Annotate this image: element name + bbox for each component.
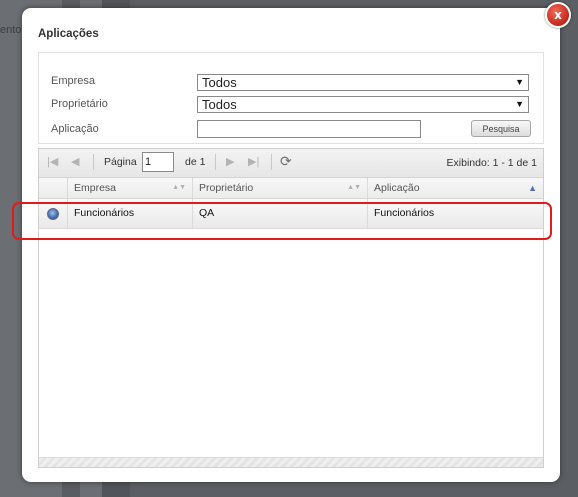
aplicacao-input[interactable] xyxy=(197,120,421,138)
filter-panel: Empresa Todos ▼ Proprietário Todos ▼ Apl… xyxy=(38,52,544,144)
pager-toolbar: |◀ ◀ Página 1 de 1 ▶ ▶| ⟳ Exibindo: 1 - … xyxy=(39,149,543,178)
close-button[interactable]: x xyxy=(545,2,571,28)
last-page-icon[interactable]: ▶| xyxy=(248,155,259,168)
column-header-proprietario[interactable]: Proprietário ▲▼ xyxy=(193,178,368,198)
page-count-label: de 1 xyxy=(185,156,206,168)
sort-ascending-icon: ▲ xyxy=(528,183,537,193)
row-highlight-annotation xyxy=(12,202,552,240)
pager-divider xyxy=(271,154,272,170)
column-header-aplicacao[interactable]: Aplicação ▲ xyxy=(368,178,543,198)
proprietario-select-value: Todos xyxy=(202,97,237,112)
applications-dialog: Aplicações Empresa Todos ▼ Proprietário … xyxy=(22,8,560,482)
empresa-select-value: Todos xyxy=(202,75,237,90)
first-page-icon[interactable]: |◀ xyxy=(47,155,58,168)
sort-indicator-icon: ▲▼ xyxy=(347,184,361,191)
grid-footer xyxy=(39,457,543,467)
dropdown-arrow-icon: ▼ xyxy=(515,77,524,87)
pager-divider xyxy=(215,154,216,170)
page-label: Página xyxy=(104,156,137,168)
aplicacao-label: Aplicação xyxy=(51,123,99,135)
refresh-icon[interactable]: ⟳ xyxy=(280,153,292,170)
column-header-row: Empresa ▲▼ Proprietário ▲▼ Aplicação ▲ xyxy=(39,178,543,199)
record-count-status: Exibindo: 1 - 1 de 1 xyxy=(446,157,537,169)
empresa-select[interactable]: Todos ▼ xyxy=(197,74,529,91)
background-partial-text: ento xyxy=(0,24,22,36)
empresa-label: Empresa xyxy=(51,75,96,87)
column-header-label: Empresa xyxy=(74,182,117,194)
dropdown-arrow-icon: ▼ xyxy=(515,99,524,109)
column-header-label: Aplicação xyxy=(374,182,420,194)
column-header-label: Proprietário xyxy=(199,182,254,194)
search-button[interactable]: Pesquisa xyxy=(471,120,531,137)
page-number-input[interactable]: 1 xyxy=(142,152,174,172)
column-header-empresa[interactable]: Empresa ▲▼ xyxy=(68,178,193,198)
dialog-title: Aplicações xyxy=(38,28,99,40)
sort-indicator-icon: ▲▼ xyxy=(172,184,186,191)
proprietario-select[interactable]: Todos ▼ xyxy=(197,96,529,113)
pager-divider xyxy=(93,154,94,170)
proprietario-label: Proprietário xyxy=(51,98,108,110)
results-grid: |◀ ◀ Página 1 de 1 ▶ ▶| ⟳ Exibindo: 1 - … xyxy=(38,148,544,468)
column-header-select xyxy=(39,178,68,198)
next-page-icon[interactable]: ▶ xyxy=(226,155,234,168)
previous-page-icon[interactable]: ◀ xyxy=(71,155,79,168)
close-icon: x xyxy=(554,8,562,22)
